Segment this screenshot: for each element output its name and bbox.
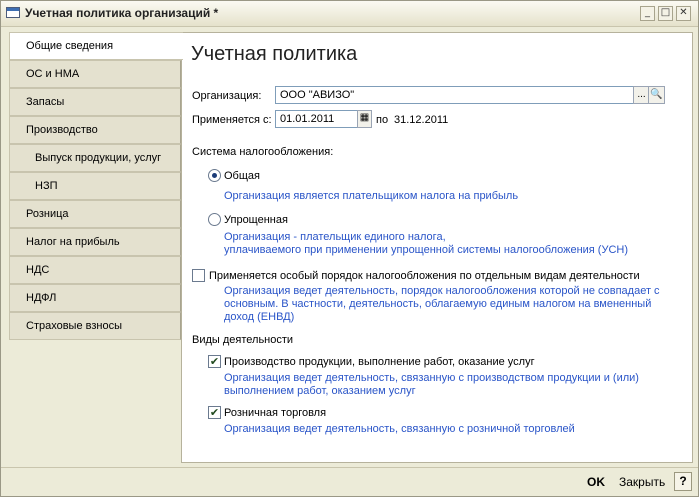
nav-item-production[interactable]: Производство <box>9 116 181 144</box>
page-title: Учетная политика <box>191 43 358 65</box>
title-bar: Учетная политика организаций * _ □ ✕ <box>1 1 698 27</box>
ok-button[interactable]: OK <box>583 473 609 492</box>
nav-item-retail[interactable]: Розница <box>9 200 181 228</box>
close-dialog-button[interactable]: Закрыть <box>615 473 669 492</box>
search-icon[interactable]: 🔍 <box>648 86 665 104</box>
nav-item-fixed-assets[interactable]: ОС и НМА <box>9 60 181 88</box>
special-description-3: доход (ЕНВД) <box>224 311 295 323</box>
radio-general[interactable] <box>208 169 221 182</box>
applies-to-label: по <box>376 114 389 126</box>
window-title: Учетная политика организаций * <box>25 6 219 20</box>
button-bar: OK Закрыть ? <box>1 467 698 496</box>
applies-from-label: Применяется с: <box>192 114 272 126</box>
dialog-window: Учетная политика организаций * _ □ ✕ Общ… <box>0 0 699 497</box>
simplified-description-1: Организация - плательщик единого налога, <box>224 231 446 243</box>
radio-simplified[interactable] <box>208 213 221 226</box>
applies-to-value: 31.12.2011 <box>394 114 449 126</box>
minimize-button[interactable]: _ <box>640 6 655 21</box>
close-button[interactable]: ✕ <box>676 6 691 21</box>
nav-item-wip[interactable]: НЗП <box>9 172 181 200</box>
nav-item-output[interactable]: Выпуск продукции, услуг <box>9 144 181 172</box>
simplified-label: Упрощенная <box>224 214 288 226</box>
simplified-description-2: уплачиваемого при применении упрощенной … <box>224 244 629 256</box>
retail-description: Организация ведет деятельность, связанну… <box>224 423 575 435</box>
applies-from-field[interactable]: 01.01.2011 <box>275 110 359 128</box>
tax-system-label: Система налогообложения: <box>192 146 334 158</box>
production-description-2: выполнением работ, оказанием услуг <box>224 385 416 397</box>
help-button[interactable]: ? <box>674 472 692 491</box>
nav-item-general[interactable]: Общие сведения <box>9 32 183 60</box>
nav-item-vat[interactable]: НДС <box>9 256 181 284</box>
special-regime-checkbox[interactable] <box>192 269 205 282</box>
general-panel: Учетная политика Организация: ООО "АВИЗО… <box>181 32 693 463</box>
nav-item-pit[interactable]: НДФЛ <box>9 284 181 312</box>
maximize-button[interactable]: □ <box>658 6 673 21</box>
retail-label: Розничная торговля <box>224 407 327 419</box>
window-icon <box>6 7 20 18</box>
nav-item-insurance[interactable]: Страховые взносы <box>9 312 181 340</box>
calendar-icon[interactable]: ▦ <box>357 110 372 128</box>
special-description-2: основным. В частности, деятельность, обл… <box>224 298 652 310</box>
special-regime-label: Применяется особый порядок налогообложен… <box>209 270 640 282</box>
general-label: Общая <box>224 170 260 182</box>
special-description-1: Организация ведет деятельность, порядок … <box>224 285 660 297</box>
activities-label: Виды деятельности <box>192 334 294 346</box>
organization-label: Организация: <box>192 90 262 102</box>
retail-checkbox[interactable]: ✔ <box>208 406 221 419</box>
production-label: Производство продукции, выполнение работ… <box>224 356 535 368</box>
general-description: Организация является плательщиком налога… <box>224 190 519 202</box>
production-description-1: Организация ведет деятельность, связанну… <box>224 372 639 384</box>
production-checkbox[interactable]: ✔ <box>208 355 221 368</box>
organization-field[interactable]: ООО "АВИЗО" <box>275 86 634 104</box>
nav-item-profit-tax[interactable]: Налог на прибыль <box>9 228 181 256</box>
section-nav: Общие сведения ОС и НМА Запасы Производс… <box>9 32 183 342</box>
nav-item-inventory[interactable]: Запасы <box>9 88 181 116</box>
